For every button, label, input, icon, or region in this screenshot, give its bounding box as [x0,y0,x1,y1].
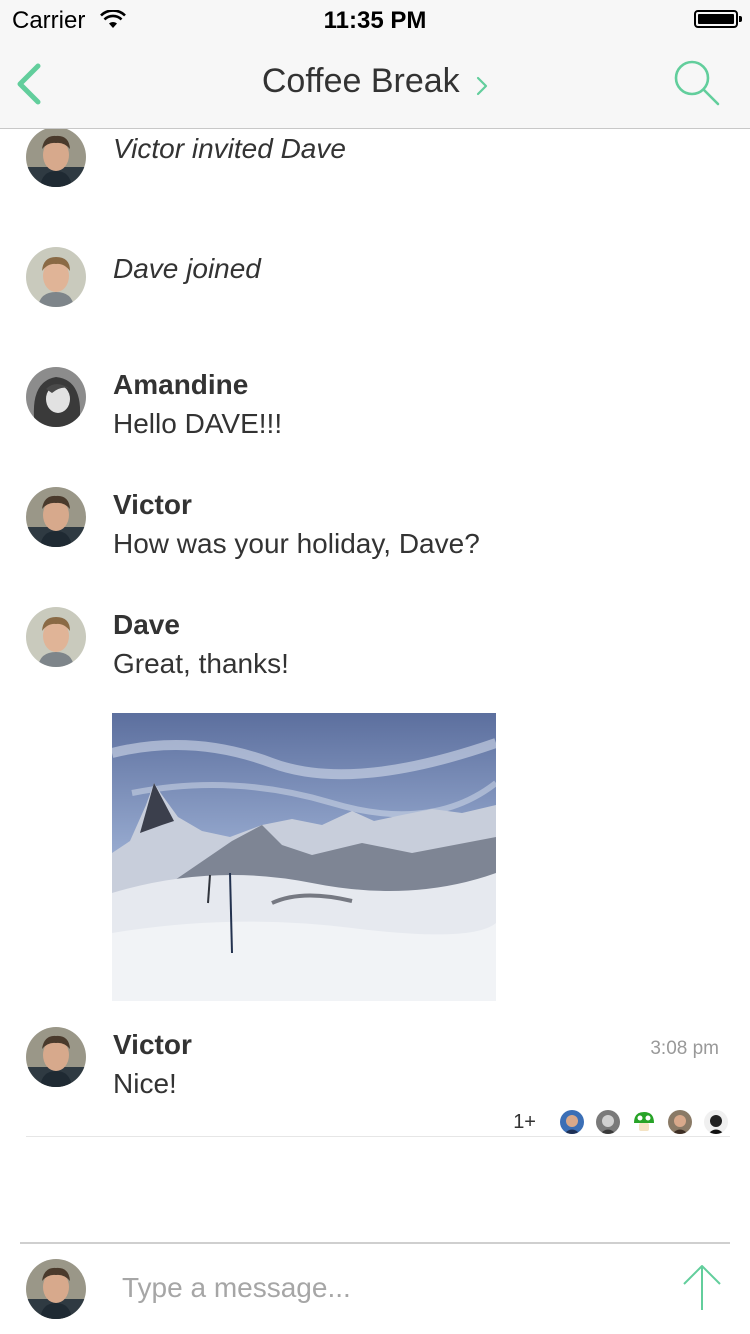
avatar-victor[interactable] [26,487,86,547]
read-receipts[interactable]: 1+ [513,1109,728,1135]
clock: 11:35 PM [323,7,427,34]
message-body: How was your holiday, Dave? [113,528,480,559]
chevron-right-icon [477,76,488,95]
composer-divider [20,1242,730,1244]
message-body: Hello DAVE!!! [113,408,283,439]
message-timeline[interactable]: Victor invited Dave Dave joined Amandine… [0,129,750,1242]
read-receipt-avatar [668,1110,692,1134]
image-attachment-mountain[interactable] [112,713,496,1001]
room-title: Coffee Break [261,62,460,100]
sender-name[interactable]: Amandine [113,369,248,401]
membership-event: Victor invited Dave [113,133,346,164]
membership-event: Dave joined [113,253,261,284]
arrow-up-icon [683,1265,721,1310]
status-bar: Carrier 11:35 PM [0,0,750,40]
avatar-victor[interactable] [26,1027,86,1087]
search-icon [674,60,720,106]
battery-icon [694,10,742,28]
room-title-button[interactable]: Coffee Break [0,62,750,101]
sender-name[interactable]: Victor [113,1029,192,1061]
message-input[interactable] [120,1264,644,1312]
read-receipt-avatar [560,1110,584,1134]
avatar-dave[interactable] [26,607,86,667]
send-button[interactable] [680,1262,724,1312]
navigation-bar: Coffee Break [0,40,750,129]
avatar-current-user[interactable] [26,1259,86,1319]
read-receipt-avatar [704,1110,728,1134]
read-receipt-avatar [632,1110,656,1134]
timeline-divider [26,1136,730,1137]
read-receipt-count: 1+ [513,1110,536,1133]
read-receipt-avatar [596,1110,620,1134]
avatar-amandine[interactable] [26,367,86,427]
sender-name[interactable]: Victor [113,489,192,521]
message-body: Nice! [113,1068,177,1099]
avatar-dave[interactable] [26,247,86,307]
message-body: Great, thanks! [113,648,289,679]
search-button[interactable] [672,58,722,108]
message-composer [0,1242,750,1334]
message-timestamp: 3:08 pm [650,1038,719,1059]
avatar-victor[interactable] [26,129,86,187]
sender-name[interactable]: Dave [113,609,180,641]
